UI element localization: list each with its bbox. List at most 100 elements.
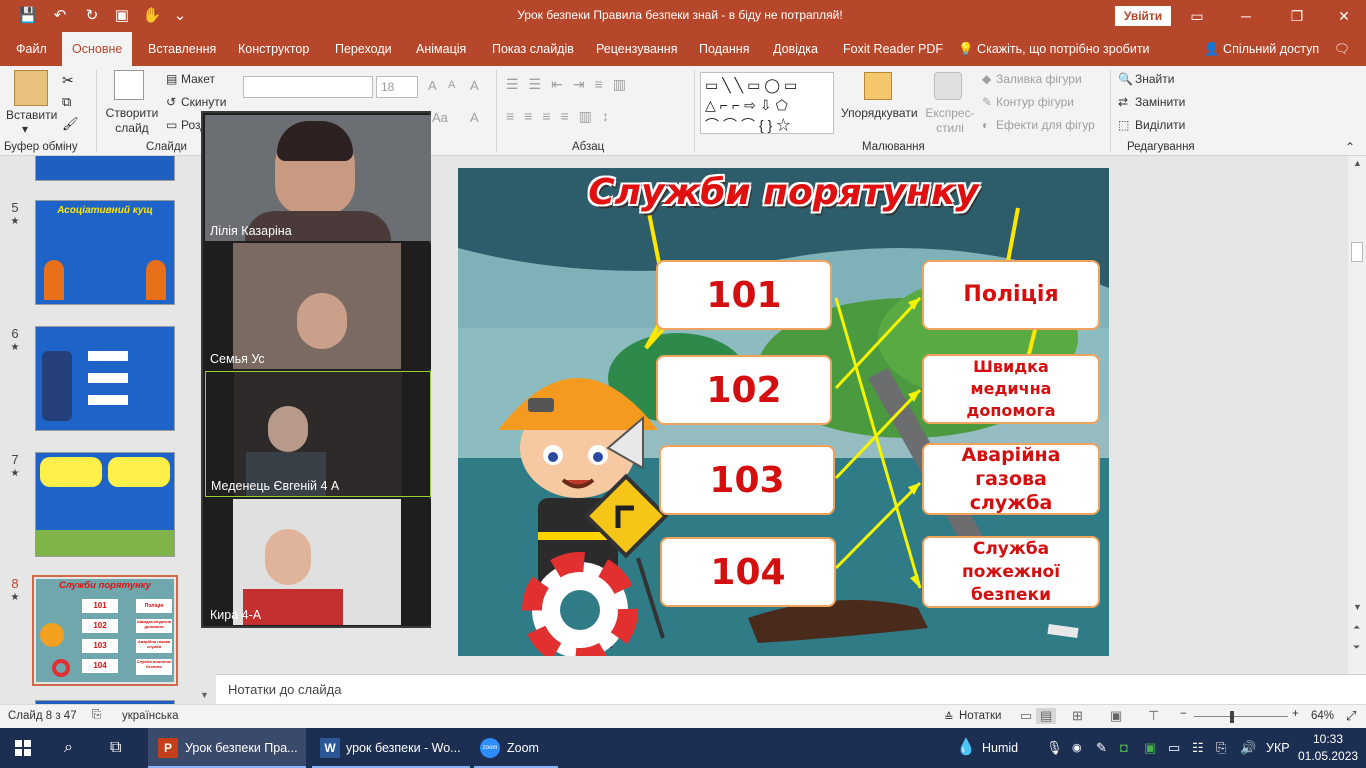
zoom-in-icon[interactable]: + bbox=[1292, 708, 1299, 720]
reading-view-icon[interactable]: ▣ bbox=[1110, 708, 1122, 724]
spellcheck-icon[interactable]: ⎘ bbox=[92, 709, 101, 722]
list-icons[interactable]: ☰☰⇤⇥≡▥ bbox=[506, 76, 636, 93]
search-icon[interactable]: ⌕ bbox=[64, 728, 73, 768]
paste-button[interactable]: Вставити bbox=[6, 108, 57, 122]
battery-icon[interactable]: ▭ bbox=[1168, 728, 1180, 768]
shape-effects-button[interactable]: Ефекти для фігур bbox=[996, 118, 1095, 132]
zoom-slider[interactable] bbox=[1194, 716, 1288, 717]
share-button[interactable]: 👤 Спільний доступ bbox=[1204, 32, 1319, 66]
notes-toggle-button[interactable]: Нотатки bbox=[959, 710, 1001, 722]
zoom-percent[interactable]: 64% bbox=[1311, 710, 1334, 722]
align-icons[interactable]: ≡≡≡≡▥↕ bbox=[506, 108, 619, 125]
replace-button[interactable]: Замінити bbox=[1135, 95, 1185, 109]
touch-mode-icon[interactable]: ✋ bbox=[142, 6, 162, 26]
present-icon[interactable]: ▣ bbox=[112, 6, 132, 26]
tab-transitions[interactable]: Переходи bbox=[335, 32, 392, 66]
taskbar-app-zoom[interactable]: zoom Zoom bbox=[474, 728, 558, 768]
paste-icon[interactable] bbox=[14, 70, 48, 106]
tab-slideshow[interactable]: Показ слайдів bbox=[492, 32, 574, 66]
new-slide-icon[interactable] bbox=[114, 70, 144, 100]
shrink-font-icon[interactable]: A bbox=[448, 79, 455, 91]
collapse-ribbon-icon[interactable]: ⌃ bbox=[1345, 140, 1355, 154]
customize-toolbar-icon[interactable]: ⌄ bbox=[170, 6, 190, 26]
font-size-input[interactable]: 18 bbox=[376, 76, 418, 98]
save-icon[interactable]: 💾 bbox=[18, 6, 38, 26]
format-painter-icon[interactable]: 🖌 bbox=[62, 116, 79, 132]
normal-view-icon[interactable]: ▤ bbox=[1036, 708, 1057, 724]
tab-help[interactable]: Довідка bbox=[773, 32, 818, 66]
restore-button[interactable]: ❐ bbox=[1283, 4, 1311, 28]
shape-fill-button[interactable]: Заливка фігури bbox=[996, 72, 1082, 86]
reset-button[interactable]: Скинути bbox=[181, 95, 226, 109]
comments-status-icon[interactable]: ▭ bbox=[1020, 708, 1032, 724]
clock-date[interactable]: 01.05.2023 bbox=[1298, 749, 1358, 763]
fit-to-window-icon[interactable]: ⤢ bbox=[1346, 708, 1356, 724]
clock-time[interactable]: 10:33 bbox=[1302, 732, 1354, 746]
zoom-tray-icon[interactable]: ◉ bbox=[1072, 728, 1082, 768]
input-language[interactable]: УКР bbox=[1266, 728, 1290, 768]
tab-review[interactable]: Рецензування bbox=[596, 32, 677, 66]
tell-me-search[interactable]: 💡 Скажіть, що потрібно зробити bbox=[958, 32, 1150, 66]
copy-icon[interactable]: ⧉ bbox=[62, 94, 71, 110]
quick-styles-button[interactable]: Експрес-стилі bbox=[922, 106, 978, 136]
thumbnail-8-selected[interactable]: Служби порятунку 101 102 103 104 Поліція… bbox=[32, 575, 178, 686]
zoom-video-panel[interactable]: Лілія Казаріна Семья Ус Меденець Євгеній… bbox=[201, 111, 431, 628]
login-button[interactable]: Увійти bbox=[1115, 6, 1171, 26]
notes-pane[interactable]: Нотатки до слайда bbox=[216, 674, 1366, 704]
comments-icon[interactable]: 🗨 bbox=[1334, 32, 1350, 66]
wifi-icon[interactable]: ☷ bbox=[1192, 728, 1204, 768]
thumbnail-4[interactable] bbox=[35, 156, 175, 181]
layout-button[interactable]: Макет bbox=[181, 72, 215, 86]
thumbnail-7[interactable] bbox=[35, 452, 175, 557]
sorter-view-icon[interactable]: ⊞ bbox=[1072, 708, 1083, 724]
shape-outline-button[interactable]: Контур фігури bbox=[996, 95, 1074, 109]
tab-design[interactable]: Конструктор bbox=[238, 32, 309, 66]
network-icon[interactable]: ⎘ bbox=[1216, 728, 1226, 768]
tab-foxit[interactable]: Foxit Reader PDF bbox=[843, 32, 943, 66]
slideshow-view-icon[interactable]: ⊤ bbox=[1148, 708, 1159, 724]
slide-vertical-scrollbar[interactable]: ▲ ▼ ⏶ ⏷ bbox=[1348, 156, 1366, 674]
cut-icon[interactable]: ✂ bbox=[62, 72, 74, 89]
taskbar-app-powerpoint[interactable]: P Урок безпеки Пра... bbox=[148, 728, 306, 768]
case-icon[interactable]: Aa bbox=[432, 110, 448, 125]
tab-file[interactable]: Файл bbox=[16, 32, 47, 66]
app-tray-icon[interactable]: ◘ bbox=[1120, 728, 1128, 768]
volume-icon[interactable]: 🔊 bbox=[1240, 728, 1256, 768]
video-tile[interactable]: Семья Ус bbox=[205, 243, 431, 369]
taskbar-app-word[interactable]: W урок безпеки - Wo... bbox=[312, 728, 470, 768]
font-color-icon[interactable]: A bbox=[470, 110, 479, 125]
app-tray-icon-2[interactable]: ▣ bbox=[1144, 728, 1156, 768]
clear-format-icon[interactable]: A bbox=[470, 78, 479, 93]
weather-label[interactable]: Humid bbox=[982, 728, 1018, 768]
find-button[interactable]: Знайти bbox=[1135, 72, 1174, 86]
tab-view[interactable]: Подання bbox=[699, 32, 749, 66]
grow-font-icon[interactable]: A bbox=[428, 78, 437, 93]
zoom-out-icon[interactable]: − bbox=[1180, 708, 1187, 720]
video-tile[interactable]: Лілія Казаріна bbox=[205, 115, 431, 241]
scroll-thumb[interactable] bbox=[1351, 242, 1363, 262]
ribbon-display-icon[interactable]: ▭ bbox=[1183, 4, 1211, 28]
minimize-button[interactable]: ─ bbox=[1232, 4, 1260, 28]
slide-8[interactable]: Служби порятунку 101 102 103 104 Поліція… bbox=[458, 168, 1109, 656]
close-button[interactable]: ✕ bbox=[1330, 4, 1358, 28]
task-view-icon[interactable]: ⧉ bbox=[110, 728, 121, 768]
language-indicator[interactable]: українська bbox=[122, 710, 179, 722]
tab-home[interactable]: Основне bbox=[62, 32, 133, 66]
zoom-slider-thumb[interactable] bbox=[1229, 711, 1234, 723]
thumbnail-6[interactable] bbox=[35, 326, 175, 431]
tab-insert[interactable]: Вставлення bbox=[148, 32, 216, 66]
windows-start-icon[interactable] bbox=[15, 740, 31, 756]
edit-tray-icon[interactable]: ✎ bbox=[1096, 728, 1107, 768]
microphone-icon[interactable]: 🎙 bbox=[1046, 728, 1063, 768]
video-tile[interactable]: Кира 4-А bbox=[205, 499, 431, 625]
redo-icon[interactable]: ↻ bbox=[82, 6, 102, 26]
tab-animations[interactable]: Анімація bbox=[416, 32, 466, 66]
select-button[interactable]: Виділити bbox=[1135, 118, 1185, 132]
arrange-button[interactable]: Упорядкувати bbox=[841, 106, 918, 120]
undo-icon[interactable]: ↶ bbox=[50, 6, 70, 26]
thumbnail-5[interactable]: Асоціативний кущ bbox=[35, 200, 175, 305]
shapes-gallery[interactable]: ▭╲╲▭◯▭ △⌐⌐⇨⇩⬠ ⌒⌒⌒{}☆ bbox=[700, 72, 834, 134]
font-name-input[interactable] bbox=[243, 76, 373, 98]
video-tile-active-speaker[interactable]: Меденець Євгеній 4 А bbox=[205, 371, 431, 497]
new-slide-button[interactable]: Створити слайд bbox=[104, 106, 160, 136]
